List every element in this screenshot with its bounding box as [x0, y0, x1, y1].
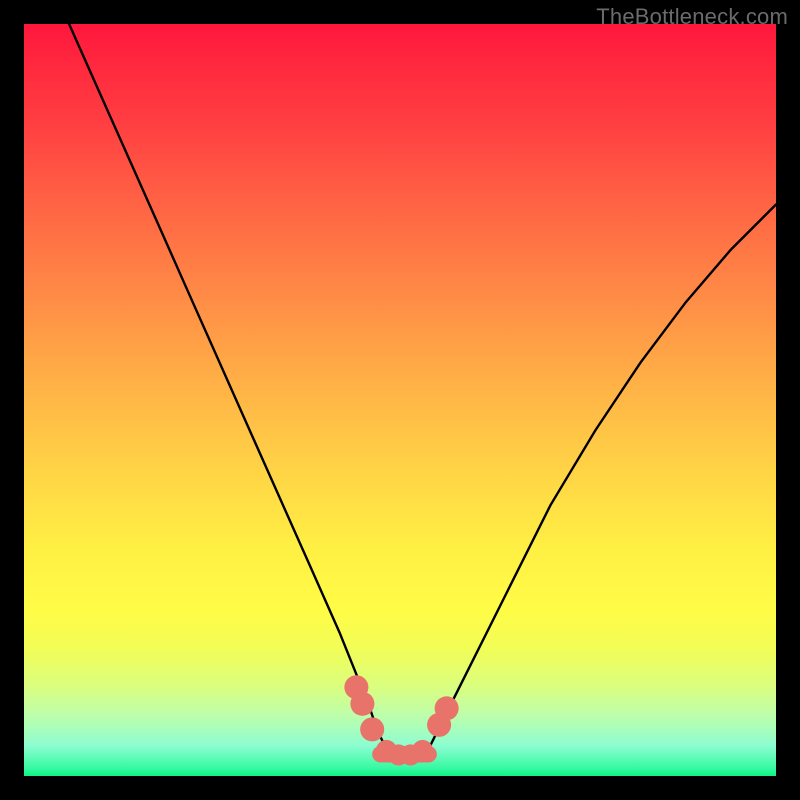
watermark: TheBottleneck.com [596, 4, 788, 30]
marker-left-threshold-mid [350, 692, 374, 716]
chart-frame: TheBottleneck.com [0, 0, 800, 800]
marker-group [344, 675, 458, 765]
marker-floor-4 [412, 740, 433, 761]
chart-plot-area [24, 24, 776, 776]
bottleneck-curve [69, 24, 776, 757]
marker-left-threshold-low [360, 717, 384, 741]
marker-right-threshold-top [435, 696, 459, 720]
chart-svg [24, 24, 776, 776]
